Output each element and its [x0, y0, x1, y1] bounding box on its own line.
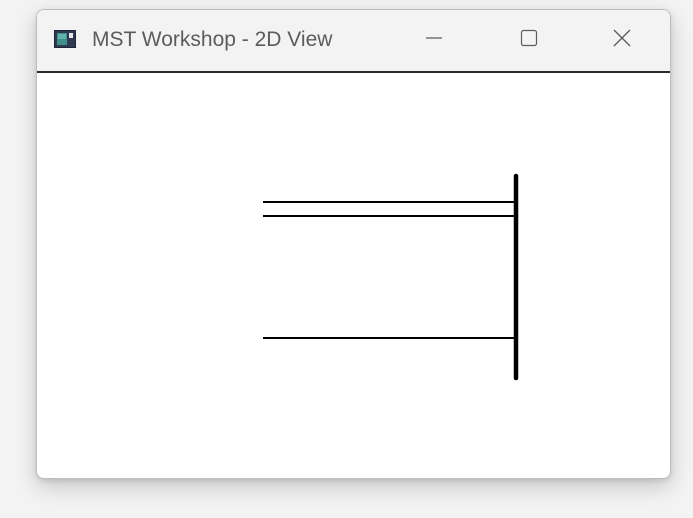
app-window: MST Workshop - 2D View: [36, 9, 671, 479]
desktop: MST Workshop - 2D View: [0, 0, 693, 518]
window-title: MST Workshop - 2D View: [92, 28, 333, 51]
close-button[interactable]: [582, 10, 662, 71]
minimize-button[interactable]: [394, 10, 474, 71]
drawing-canvas[interactable]: [37, 71, 670, 478]
maximize-button[interactable]: [489, 10, 569, 71]
minimize-icon: [424, 28, 444, 53]
application-window-icon: [54, 30, 76, 48]
title-bar[interactable]: MST Workshop - 2D View: [37, 10, 670, 71]
canvas-drawing: [263, 173, 519, 381]
maximize-icon: [519, 28, 539, 53]
close-icon: [612, 28, 632, 53]
